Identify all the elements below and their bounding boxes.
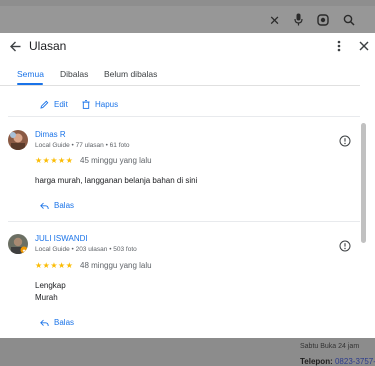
reply-icon — [40, 202, 49, 209]
review-time: 45 minggu yang lalu — [80, 156, 152, 165]
edit-label: Edit — [54, 100, 68, 109]
review-text: harga murah, langganan belanja bahan di … — [35, 176, 198, 185]
scrollbar-thumb[interactable] — [361, 123, 366, 243]
reply-button[interactable]: Balas — [40, 318, 74, 327]
reply-label: Balas — [54, 201, 75, 210]
dialog-header: Ulasan — [0, 33, 375, 61]
background-hours-text: Sabtu Buka 24 jam — [300, 343, 360, 350]
reviewer-meta: Local Guide • 77 ulasan • 61 foto — [35, 142, 130, 149]
scrollbar[interactable] — [360, 86, 368, 338]
delete-label: Hapus — [95, 100, 119, 109]
background-search-icons: ✕ — [269, 13, 355, 29]
info-icon[interactable] — [339, 135, 351, 147]
svg-text:★: ★ — [22, 248, 26, 254]
review-card: ★ JULI ISWANDI Local Guide • 203 ulasan … — [0, 222, 360, 338]
review-filter-tabs: Semua Dibalas Belum dibalas — [0, 63, 375, 87]
review-text-line: Murah — [35, 293, 58, 302]
background-phone: Telepon: 0823-3757- — [300, 357, 375, 366]
edit-review-button[interactable]: Edit — [40, 100, 68, 109]
reviews-list[interactable]: Edit Hapus Dimas R Local Guide • 77 ulas… — [0, 86, 360, 338]
lens-icon — [317, 13, 329, 29]
avatar[interactable]: ★ — [8, 234, 28, 254]
reply-button[interactable]: Balas — [40, 201, 74, 210]
review-card: Dimas R Local Guide • 77 ulasan • 61 fot… — [0, 117, 360, 220]
avatar[interactable] — [8, 130, 28, 150]
pencil-icon — [40, 100, 49, 109]
more-options-button[interactable] — [334, 37, 344, 55]
tab-semua[interactable]: Semua — [17, 69, 44, 79]
back-button[interactable] — [6, 37, 24, 55]
dialog-title: Ulasan — [29, 39, 67, 53]
reviewer-name[interactable]: Dimas R — [35, 130, 66, 139]
review-time: 48 minggu yang lalu — [80, 261, 152, 270]
background-place-info: Sabtu Buka 24 jam Telepon: 0823-3757- — [0, 338, 375, 366]
mic-icon — [294, 13, 303, 29]
reviews-dialog: Ulasan Semua Dibalas Belum dibalas Edit … — [0, 33, 375, 338]
reply-label: Balas — [54, 318, 75, 327]
arrow-left-icon — [9, 41, 20, 51]
tab-dibalas[interactable]: Dibalas — [60, 69, 88, 79]
close-button[interactable] — [357, 38, 371, 54]
delete-review-button[interactable]: Hapus — [82, 100, 118, 109]
reviewer-meta: Local Guide • 203 ulasan • 503 foto — [35, 246, 137, 253]
phone-number[interactable]: 0823-3757- — [335, 357, 375, 366]
phone-label: Telepon: — [300, 357, 333, 366]
review-text-line: Lengkap — [35, 281, 66, 290]
tab-belum-dibalas[interactable]: Belum dibalas — [104, 69, 157, 79]
trash-icon — [82, 100, 90, 109]
close-icon: ✕ — [269, 13, 280, 28]
more-vert-icon — [337, 40, 341, 52]
search-icon — [343, 14, 355, 29]
close-icon — [359, 41, 369, 51]
star-rating: ★★★★★ — [35, 156, 74, 165]
star-rating: ★★★★★ — [35, 261, 74, 270]
reply-icon — [40, 319, 49, 326]
info-icon[interactable] — [339, 240, 351, 252]
reviewer-name[interactable]: JULI ISWANDI — [35, 234, 88, 243]
